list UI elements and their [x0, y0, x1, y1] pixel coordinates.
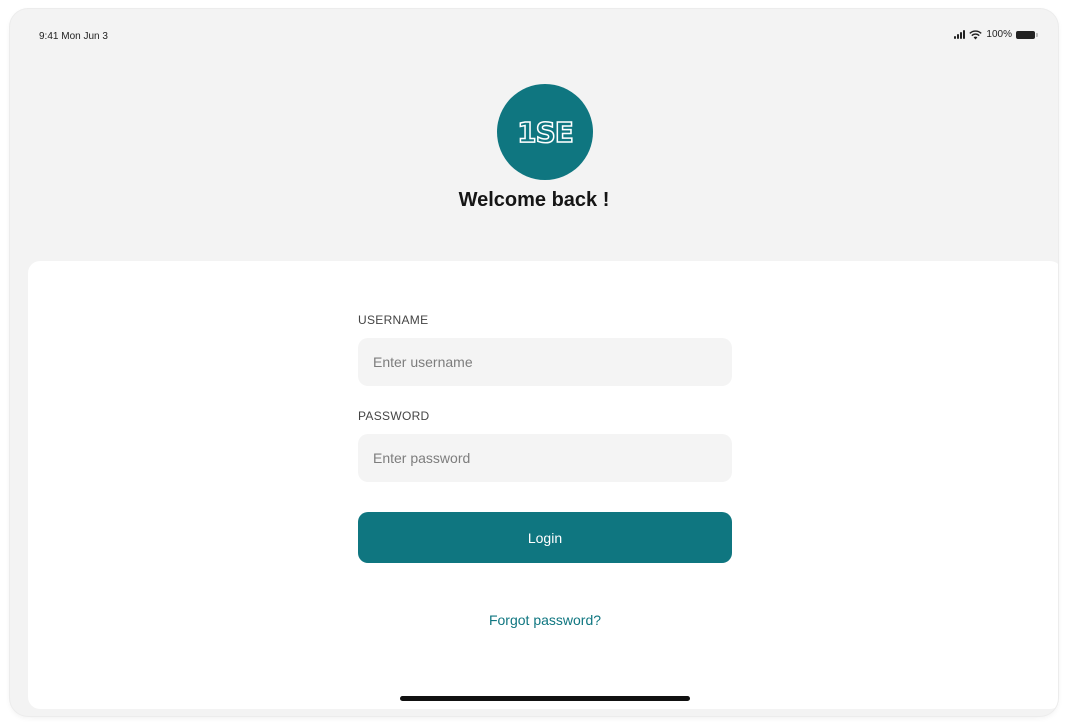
signal-icon: [954, 30, 966, 39]
battery-percent: 100%: [986, 29, 1012, 40]
login-card: USERNAME PASSWORD Login Forgot password?: [28, 261, 1058, 709]
password-input[interactable]: [358, 434, 732, 482]
login-button[interactable]: Login: [358, 512, 732, 563]
status-bar: 9:41 Mon Jun 3 100%: [10, 9, 1058, 43]
welcome-title: Welcome back !: [458, 189, 610, 211]
username-label: USERNAME: [358, 313, 429, 327]
status-indicators: 100%: [954, 29, 1038, 40]
home-indicator: [400, 696, 690, 701]
battery-icon: [1016, 30, 1038, 39]
wifi-icon: [969, 29, 983, 39]
username-input[interactable]: [358, 338, 732, 386]
status-time: 9:41 Mon Jun 3: [39, 31, 108, 42]
forgot-password-link[interactable]: Forgot password?: [358, 612, 732, 628]
logo-text: 1SE: [516, 115, 574, 150]
app-logo: 1SE: [497, 84, 593, 180]
device-frame: 9:41 Mon Jun 3 100% 1SE Welcome back ! U…: [10, 9, 1058, 716]
password-label: PASSWORD: [358, 409, 430, 423]
